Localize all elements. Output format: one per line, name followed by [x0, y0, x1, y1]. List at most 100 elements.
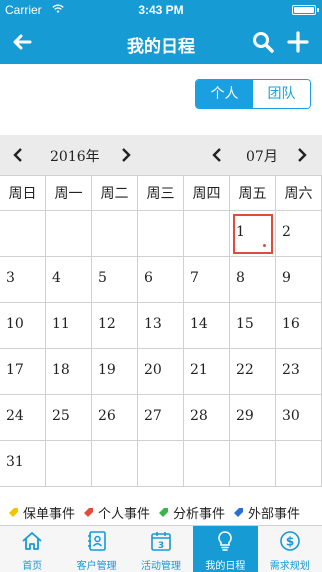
calendar-empty-cell	[138, 441, 184, 487]
calendar-empty-cell	[46, 211, 92, 257]
calendar-day-cell[interactable]: 18	[46, 349, 92, 395]
status-time: 3:43 PM	[138, 3, 184, 17]
tab-contacts[interactable]: 客户管理	[64, 526, 128, 572]
day-number: 12	[98, 316, 116, 332]
calendar-day-cell[interactable]: 4	[46, 257, 92, 303]
day-number: 14	[190, 316, 208, 332]
previous-year-chevron-icon[interactable]	[10, 147, 26, 163]
next-year-chevron-icon[interactable]	[118, 147, 134, 163]
next-month-chevron-icon[interactable]	[294, 147, 310, 163]
calendar-day-cell[interactable]: 22	[230, 349, 276, 395]
day-number: 13	[144, 316, 162, 332]
segment-personal[interactable]: 个人	[196, 80, 253, 108]
calendar-week-row: 3 4 5 6 7 8 9	[0, 257, 322, 303]
contacts-icon	[87, 531, 106, 551]
day-number: 19	[98, 362, 116, 378]
legend-label: 保单事件	[23, 506, 76, 522]
calendar-day-cell[interactable]: 25	[46, 395, 92, 441]
tab-label: 活动管理	[140, 561, 181, 572]
calendar-day-cell[interactable]: 3	[0, 257, 46, 303]
calendar-day-cell[interactable]: 14	[184, 303, 230, 349]
day-number: 18	[52, 362, 70, 378]
search-icon[interactable]	[249, 28, 277, 56]
tab-home[interactable]: 首页	[0, 526, 64, 572]
nav-bar: 我的日程	[0, 20, 322, 64]
tag-icon	[234, 508, 244, 517]
day-number: 10	[6, 316, 24, 332]
day-number: 6	[144, 270, 153, 286]
day-number: 29	[236, 408, 254, 424]
battery-icon	[292, 5, 319, 15]
day-number: 20	[144, 362, 162, 378]
calendar-day-cell[interactable]: 26	[92, 395, 138, 441]
calendar-day-cell[interactable]: 15	[230, 303, 276, 349]
calendar-day-cell[interactable]: 20	[138, 349, 184, 395]
day-number: 21	[190, 362, 208, 378]
day-number: 5	[98, 270, 107, 286]
calendar-day-cell[interactable]: 29	[230, 395, 276, 441]
calendar-day-cell[interactable]: 30	[276, 395, 322, 441]
calendar-day-cell[interactable]: 9	[276, 257, 322, 303]
tab-calendar[interactable]: 3 活动管理	[129, 526, 193, 572]
day-number: 4	[52, 270, 61, 286]
year-label: 2016年	[50, 149, 100, 165]
calendar-week-row: 10 11 12 13 14 15 16	[0, 303, 322, 349]
day-number: 30	[282, 408, 300, 424]
weekday-label: 周一	[46, 175, 92, 211]
calendar-day-cell-selected[interactable]: 1	[230, 211, 276, 257]
status-bar: Carrier 3:43 PM	[0, 0, 322, 20]
calendar-week-row: 12	[0, 211, 322, 257]
tab-label: 客户管理	[76, 561, 117, 572]
calendar-day-cell[interactable]: 6	[138, 257, 184, 303]
scope-segmented-control: 个人 团队	[195, 79, 311, 109]
calendar-day-cell[interactable]: 8	[230, 257, 276, 303]
tab-label: 需求规划	[269, 561, 310, 572]
calendar-day-cell[interactable]: 27	[138, 395, 184, 441]
calendar-icon: 3	[151, 532, 171, 551]
legend-label: 分析事件	[173, 506, 226, 522]
legend-item: 外部事件	[233, 501, 300, 523]
day-number: 8	[236, 270, 245, 286]
day-number: 25	[52, 408, 70, 424]
day-number: 17	[6, 362, 24, 378]
day-number: 2	[282, 224, 291, 240]
svg-text:3: 3	[158, 541, 164, 551]
calendar-day-cell[interactable]: 2	[276, 211, 322, 257]
svg-text:$: $	[286, 535, 294, 549]
calendar-day-cell[interactable]: 19	[92, 349, 138, 395]
month-label: 07月	[246, 149, 278, 165]
calendar-day-cell[interactable]: 24	[0, 395, 46, 441]
calendar-day-cell[interactable]: 10	[0, 303, 46, 349]
tab-lightbulb[interactable]: 我的日程	[193, 526, 258, 572]
legend-label: 个人事件	[98, 506, 151, 522]
calendar-day-cell[interactable]: 16	[276, 303, 322, 349]
tag-icon	[159, 508, 169, 517]
tab-label: 首页	[22, 561, 43, 572]
calendar-grid: 周日 周一 周二 周三 周四 周五 周六 1 2 3 4 5 6 7 8 9 10 11 12 13 14 15 16 17…	[0, 175, 322, 487]
calendar-day-cell[interactable]: 28	[184, 395, 230, 441]
calendar-day-cell[interactable]: 31	[0, 441, 46, 487]
calendar-week-row: 31	[0, 441, 322, 487]
lightbulb-icon	[218, 531, 233, 551]
day-number: 15	[236, 316, 254, 332]
add-icon[interactable]	[284, 28, 312, 56]
calendar-day-cell[interactable]: 13	[138, 303, 184, 349]
calendar-week-row: 24 25 26 27 28 29 30	[0, 395, 322, 441]
calendar-empty-cell	[230, 441, 276, 487]
legend-item: 分析事件	[158, 501, 225, 523]
calendar-day-cell[interactable]: 23	[276, 349, 322, 395]
calendar-day-cell[interactable]: 11	[46, 303, 92, 349]
calendar-empty-cell	[138, 211, 184, 257]
tab-dollar[interactable]: $ 需求规划	[258, 526, 322, 572]
calendar-empty-cell	[92, 211, 138, 257]
legend-item: 个人事件	[83, 501, 150, 523]
tag-icon	[9, 508, 18, 517]
previous-month-chevron-icon[interactable]	[209, 147, 225, 163]
calendar-day-cell[interactable]: 5	[92, 257, 138, 303]
calendar-day-cell[interactable]: 21	[184, 349, 230, 395]
calendar-day-cell[interactable]: 7	[184, 257, 230, 303]
event-legend: 保单事件 个人事件 分析事件 外部事件	[0, 501, 322, 523]
segment-team[interactable]: 团队	[253, 80, 310, 108]
calendar-day-cell[interactable]: 17	[0, 349, 46, 395]
calendar-day-cell[interactable]: 12	[92, 303, 138, 349]
